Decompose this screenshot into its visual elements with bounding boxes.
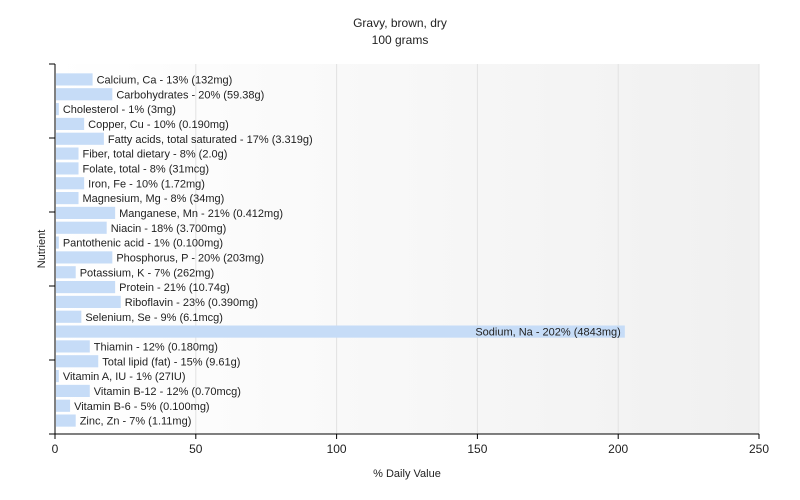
x-tick-label: 100 [327, 442, 347, 456]
bar-label: Selenium, Se - 9% (6.1mcg) [85, 312, 223, 324]
bar-label: Carbohydrates - 20% (59.38g) [116, 89, 264, 101]
bar [56, 88, 113, 101]
bar-label: Fiber, total dietary - 8% (2.0g) [83, 149, 228, 161]
bar [56, 414, 76, 427]
bar-label: Thiamin - 12% (0.180mg) [94, 341, 218, 353]
bar-label: Zinc, Zn - 7% (1.11mg) [80, 416, 192, 428]
bar [56, 384, 90, 397]
bar [56, 132, 104, 145]
bar [56, 206, 116, 219]
chart-title: Gravy, brown, dry [353, 16, 447, 30]
bar-label: Total lipid (fat) - 15% (9.61g) [102, 356, 240, 368]
bar-label: Fatty acids, total saturated - 17% (3.31… [108, 134, 313, 146]
bar-label: Cholesterol - 1% (3mg) [63, 104, 176, 116]
bar-label: Niacin - 18% (3.700mg) [111, 223, 227, 235]
x-tick-label: 50 [189, 442, 203, 456]
bar [56, 73, 93, 86]
x-tick-label: 150 [467, 442, 487, 456]
bar-label: Manganese, Mn - 21% (0.412mg) [119, 208, 283, 220]
bar-label: Phosphorus, P - 20% (203mg) [116, 252, 264, 264]
y-ticks [49, 63, 55, 435]
bar [56, 281, 116, 294]
x-tick-label: 0 [52, 442, 59, 456]
bar [56, 310, 82, 323]
x-axis-title: % Daily Value [373, 468, 441, 480]
bar [56, 399, 71, 412]
bar-label: Magnesium, Mg - 8% (34mg) [83, 193, 225, 205]
bar-label: Copper, Cu - 10% (0.190mg) [88, 119, 229, 131]
x-tick-label: 200 [608, 442, 628, 456]
bar [56, 266, 76, 279]
bar-label: Iron, Fe - 10% (1.72mg) [88, 178, 205, 190]
bar [56, 117, 85, 130]
bar [56, 355, 99, 368]
bar-label: Protein - 21% (10.74g) [119, 282, 230, 294]
nutrient-bar-chart: Calcium, Ca - 13% (132mg) Carbohydrates -… [36, 16, 769, 480]
bar [56, 370, 59, 383]
bar-label: Potassium, K - 7% (262mg) [80, 267, 215, 279]
bar-label: Pantothenic acid - 1% (0.100mg) [63, 238, 223, 250]
bar [56, 162, 79, 175]
y-axis-title: Nutrient [36, 230, 48, 269]
bar-label: Sodium, Na - 202% (4843mg) [475, 327, 621, 339]
bar [56, 103, 59, 116]
bar [56, 221, 107, 234]
x-ticks: 0 50 100 150 200 250 [52, 434, 769, 456]
bar-label: Calcium, Ca - 13% (132mg) [97, 74, 233, 86]
bar [56, 251, 113, 264]
bar [56, 340, 90, 353]
bar [56, 236, 59, 249]
bar-label: Folate, total - 8% (31mcg) [83, 163, 210, 175]
bar-label: Riboflavin - 23% (0.390mg) [125, 297, 258, 309]
bar [56, 147, 79, 160]
bar [56, 177, 85, 190]
bar-label: Vitamin B-6 - 5% (0.100mg) [74, 401, 210, 413]
bar [56, 192, 79, 205]
bar-label: Vitamin A, IU - 1% (27IU) [63, 371, 186, 383]
x-tick-label: 250 [749, 442, 769, 456]
bar-label: Vitamin B-12 - 12% (0.70mcg) [94, 386, 241, 398]
chart-subtitle: 100 grams [372, 33, 429, 47]
bar [56, 295, 121, 308]
